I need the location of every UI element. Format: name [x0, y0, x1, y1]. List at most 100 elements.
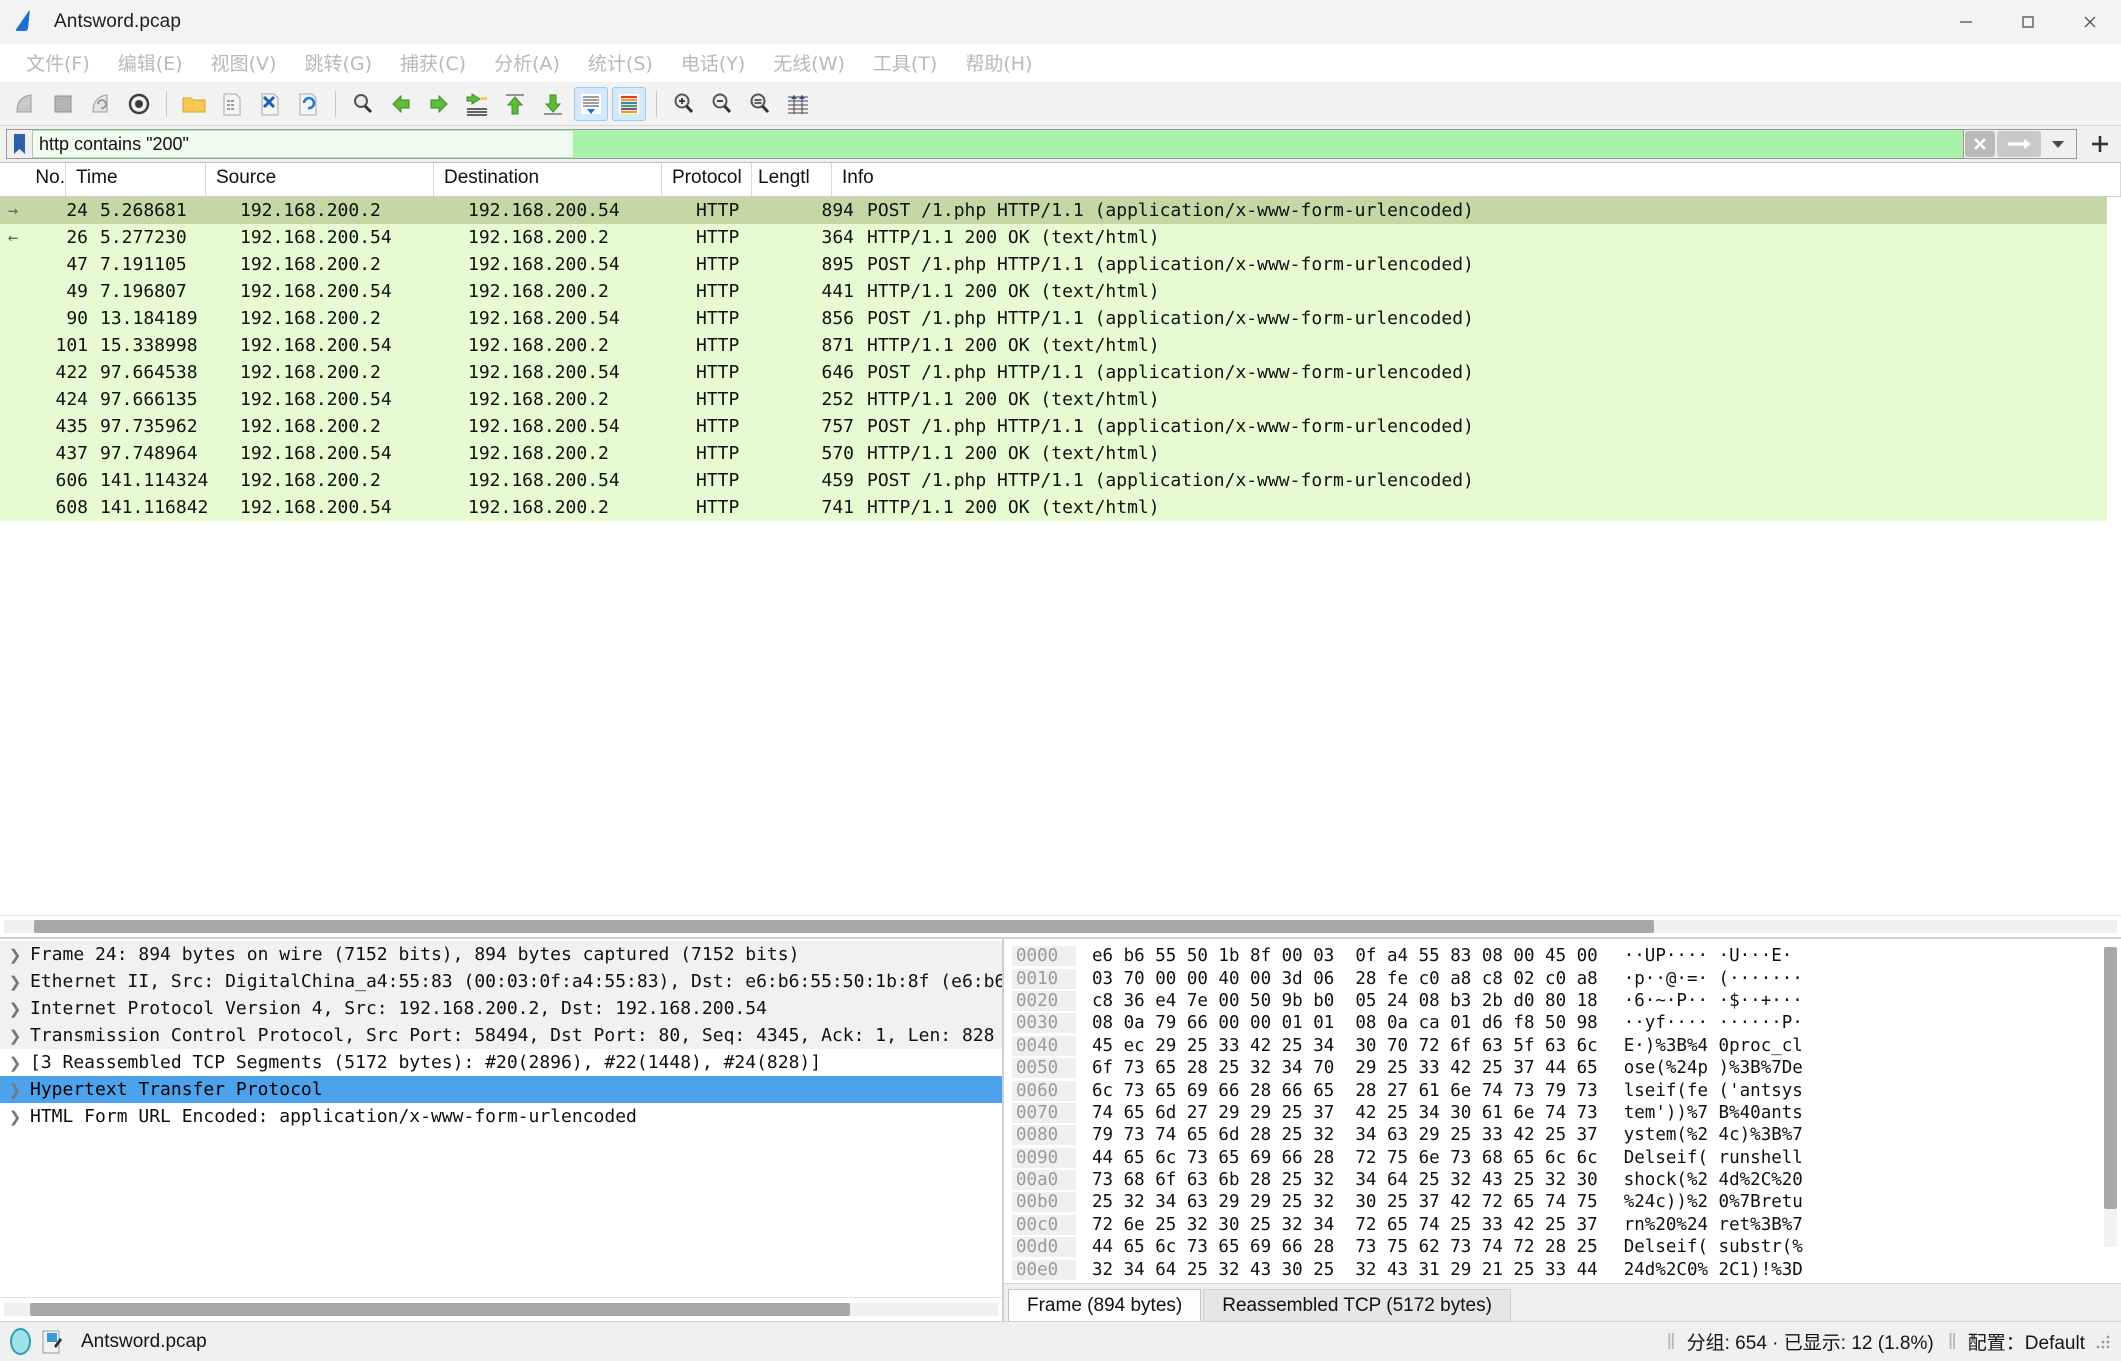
expand-chevron-right-icon[interactable]: ❯ [0, 1054, 30, 1072]
packet-row[interactable]: 435 97.735962 192.168.200.2 192.168.200.54 H… [0, 413, 2121, 440]
menu-view[interactable]: 视图(V) [197, 45, 291, 80]
column-header-length[interactable]: Lengtl [752, 163, 832, 196]
hex-vscrollbar[interactable] [2104, 947, 2117, 1247]
hscroll-track[interactable] [4, 920, 2117, 933]
column-header-time[interactable]: Time [66, 163, 206, 196]
close-button[interactable] [2059, 0, 2121, 44]
packet-row[interactable]: ← 26 5.277230 192.168.200.54 192.168.200.2 HT… [0, 224, 2121, 251]
column-header-no[interactable]: No. [0, 163, 66, 196]
start-capture-icon[interactable] [8, 87, 42, 121]
detail-hscroll-track[interactable] [4, 1303, 998, 1316]
packet-detail-row[interactable]: ❯ Internet Protocol Version 4, Src: 192.1… [0, 995, 1002, 1022]
packet-row[interactable]: 90 13.184189 192.168.200.2 192.168.200.54 HT… [0, 305, 2121, 332]
chevron-down-icon[interactable] [2043, 131, 2073, 157]
hex-dump-row[interactable]: 0010 03 70 00 00 40 00 3d 06 28 fe c0 a8 … [1012, 967, 2121, 989]
reload-file-icon[interactable] [291, 87, 325, 121]
packet-list-hscrollbar[interactable] [0, 915, 2121, 937]
go-to-last-icon[interactable] [536, 87, 570, 121]
go-to-first-icon[interactable] [498, 87, 532, 121]
menu-statistics[interactable]: 统计(S) [574, 45, 667, 80]
hex-dump-row[interactable]: 0040 45 ec 29 25 33 42 25 34 30 70 72 6f … [1012, 1035, 2121, 1057]
hex-dump-row[interactable]: 0060 6c 73 65 69 66 28 66 65 28 27 61 6e … [1012, 1079, 2121, 1101]
capture-options-icon[interactable] [122, 87, 156, 121]
menu-analyze[interactable]: 分析(A) [480, 45, 574, 80]
plus-icon[interactable] [2085, 129, 2115, 159]
expand-chevron-right-icon[interactable]: ❯ [0, 946, 30, 964]
column-header-protocol[interactable]: Protocol [662, 163, 752, 196]
zoom-out-icon[interactable] [705, 87, 739, 121]
expand-chevron-right-icon[interactable]: ❯ [0, 973, 30, 991]
column-header-info[interactable]: Info [832, 163, 2121, 196]
status-profile[interactable]: 配置：Default [1968, 1328, 2085, 1355]
capture-file-comment-icon[interactable] [41, 1329, 63, 1355]
zoom-in-icon[interactable] [667, 87, 701, 121]
expand-chevron-right-icon[interactable]: ❯ [0, 1000, 30, 1018]
packet-row[interactable]: 49 7.196807 192.168.200.54 192.168.200.2 HTT… [0, 278, 2121, 305]
hex-dump-row[interactable]: 0070 74 65 6d 27 29 29 25 37 42 25 34 30 … [1012, 1102, 2121, 1124]
column-header-destination[interactable]: Destination [434, 163, 662, 196]
packet-detail-row[interactable]: ❯ Ethernet II, Src: DigitalChina_a4:55:83… [0, 968, 1002, 995]
hex-dump-row[interactable]: 0090 44 65 6c 73 65 69 66 28 72 75 6e 73 … [1012, 1147, 2121, 1169]
packet-row[interactable]: → 24 5.268681 192.168.200.2 192.168.200.54 HT… [0, 197, 2121, 224]
packet-detail-row[interactable]: ❯ Transmission Control Protocol, Src Port… [0, 1022, 1002, 1049]
packet-row[interactable]: 101 15.338998 192.168.200.54 192.168.200.2 H… [0, 332, 2121, 359]
go-to-packet-icon[interactable] [460, 87, 494, 121]
menu-file[interactable]: 文件(F) [12, 45, 104, 80]
hex-vscroll-thumb[interactable] [2104, 947, 2117, 1209]
hex-dump-row[interactable]: 0020 c8 36 e4 7e 00 50 9b b0 05 24 08 b3 … [1012, 990, 2121, 1012]
clear-filter-icon[interactable] [1965, 131, 1995, 157]
packet-detail-row[interactable]: ❯ Hypertext Transfer Protocol [0, 1076, 1002, 1103]
hex-dump-row[interactable]: 0030 08 0a 79 66 00 00 01 01 08 0a ca 01 … [1012, 1012, 2121, 1034]
hex-dump-row[interactable]: 0050 6f 73 65 28 25 32 34 70 29 25 33 42 … [1012, 1057, 2121, 1079]
hex-dump-row[interactable]: 00e0 32 34 64 25 32 43 30 25 32 43 31 29 … [1012, 1258, 2121, 1280]
maximize-button[interactable] [1997, 0, 2059, 44]
hex-dump-row[interactable]: 0080 79 73 74 65 6d 28 25 32 34 63 29 25 … [1012, 1124, 2121, 1146]
save-file-icon[interactable] [215, 87, 249, 121]
auto-scroll-icon[interactable] [574, 86, 608, 121]
hex-dump-row[interactable]: 00c0 72 6e 25 32 30 25 32 34 72 65 74 25 … [1012, 1214, 2121, 1236]
menu-tools[interactable]: 工具(T) [859, 45, 951, 80]
restart-capture-icon[interactable] [84, 87, 118, 121]
open-file-icon[interactable] [177, 87, 211, 121]
resize-grip-icon[interactable] [2095, 1333, 2111, 1350]
display-filter-input[interactable] [33, 131, 573, 157]
packet-detail-row[interactable]: ❯ Frame 24: 894 bytes on wire (7152 bits)… [0, 941, 1002, 968]
zoom-reset-icon[interactable] [743, 87, 777, 121]
colorize-icon[interactable] [612, 86, 646, 121]
minimize-button[interactable] [1935, 0, 1997, 44]
expert-info-icon[interactable] [10, 1328, 31, 1355]
packet-detail-row[interactable]: ❯ [3 Reassembled TCP Segments (5172 bytes… [0, 1049, 1002, 1076]
expand-chevron-right-icon[interactable]: ❯ [0, 1108, 30, 1126]
bookmark-icon[interactable] [7, 130, 33, 158]
go-forward-icon[interactable] [422, 87, 456, 121]
detail-hscroll-thumb[interactable] [30, 1303, 850, 1316]
expand-chevron-right-icon[interactable]: ❯ [0, 1081, 30, 1099]
apply-filter-arrow-icon[interactable] [1997, 131, 2041, 157]
packet-row[interactable]: 47 7.191105 192.168.200.2 192.168.200.54 HTT… [0, 251, 2121, 278]
expand-chevron-right-icon[interactable]: ❯ [0, 1027, 30, 1045]
menu-go[interactable]: 跳转(G) [290, 45, 386, 80]
menu-telephony[interactable]: 电话(Y) [667, 45, 759, 80]
column-header-source[interactable]: Source [206, 163, 434, 196]
hscroll-thumb[interactable] [34, 920, 1654, 933]
resize-columns-icon[interactable] [781, 87, 815, 121]
go-back-icon[interactable] [384, 87, 418, 121]
hex-dump-row[interactable]: 00a0 73 68 6f 63 6b 28 25 32 34 64 25 32 … [1012, 1169, 2121, 1191]
menu-help[interactable]: 帮助(H) [951, 45, 1046, 80]
packet-detail-row[interactable]: ❯ HTML Form URL Encoded: application/x-ww… [0, 1103, 1002, 1130]
close-file-icon[interactable] [253, 87, 287, 121]
hex-dump-row[interactable]: 00d0 44 65 6c 73 65 69 66 28 73 75 62 73 … [1012, 1236, 2121, 1258]
packet-row[interactable]: 437 97.748964 192.168.200.54 192.168.200.2 H… [0, 440, 2121, 467]
hex-dump-row[interactable]: 00b0 25 32 34 63 29 29 25 32 30 25 37 42 … [1012, 1191, 2121, 1213]
menu-capture[interactable]: 捕获(C) [386, 45, 480, 80]
hex-dump-row[interactable]: 0000 e6 b6 55 50 1b 8f 00 03 0f a4 55 83 … [1012, 945, 2121, 967]
packet-row[interactable]: 606 141.114324 192.168.200.2 192.168.200.54… [0, 467, 2121, 494]
menu-wireless[interactable]: 无线(W) [759, 45, 859, 80]
tab-reassembled-tcp[interactable]: Reassembled TCP (5172 bytes) [1203, 1289, 1511, 1321]
tab-frame[interactable]: Frame (894 bytes) [1008, 1289, 1202, 1321]
find-packet-icon[interactable] [346, 87, 380, 121]
detail-hscrollbar[interactable] [0, 1297, 1002, 1321]
packet-row[interactable]: 608 141.116842 192.168.200.54 192.168.200.2… [0, 494, 2121, 521]
stop-capture-icon[interactable] [46, 87, 80, 121]
packet-row[interactable]: 424 97.666135 192.168.200.54 192.168.200.2 H… [0, 386, 2121, 413]
